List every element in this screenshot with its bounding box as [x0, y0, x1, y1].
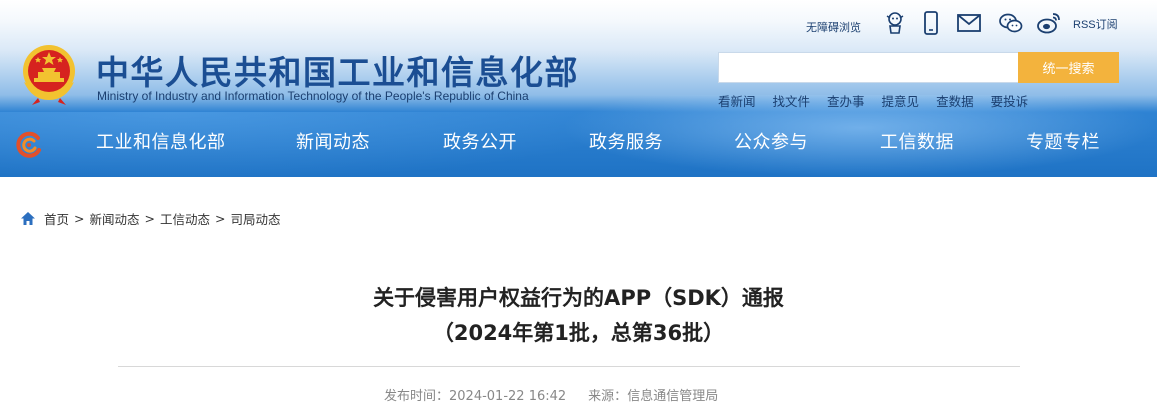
quick-links: 看新闻 找文件 查办事 提意见 查数据 要投诉 [718, 91, 1045, 110]
mail-icon[interactable] [956, 10, 982, 36]
main-nav: 工业和信息化部 新闻动态 政务公开 政务服务 公众参与 工信数据 专题专栏 [0, 128, 1157, 162]
nav-item-news[interactable]: 新闻动态 [296, 128, 370, 154]
breadcrumb-separator: > [144, 211, 155, 226]
source-label: 来源： [588, 389, 628, 404]
site-title[interactable]: 中华人民共和国工业和信息化部 [96, 46, 579, 94]
breadcrumb-dept-news[interactable]: 司局动态 [231, 209, 281, 228]
quick-link-data[interactable]: 查数据 [936, 91, 974, 110]
article-subtitle: （2024年第1批，总第36批） [432, 321, 725, 345]
breadcrumb-separator: > [74, 211, 85, 226]
source-value: 信息通信管理局 [627, 389, 719, 404]
breadcrumb: 首页 > 新闻动态 > 工信动态 > 司局动态 [20, 209, 281, 228]
site-subtitle: Ministry of Industry and Information Tec… [97, 89, 529, 103]
nav-item-data[interactable]: 工信数据 [880, 128, 954, 154]
search-input[interactable] [718, 52, 1018, 83]
weibo-icon[interactable] [1036, 10, 1062, 36]
wechat-icon[interactable] [998, 10, 1024, 36]
robot-icon[interactable] [882, 10, 908, 36]
breadcrumb-home[interactable]: 首页 [44, 209, 69, 228]
rss-link[interactable]: RSS订阅 [1073, 16, 1118, 32]
publish-label: 发布时间： [384, 389, 450, 404]
search-button[interactable]: 统一搜索 [1018, 52, 1119, 83]
quick-link-news[interactable]: 看新闻 [718, 91, 756, 110]
mobile-icon[interactable] [918, 10, 944, 36]
nav-item-gov-services[interactable]: 政务服务 [589, 128, 663, 154]
breadcrumb-separator: > [215, 211, 226, 226]
divider [118, 366, 1020, 367]
quick-link-feedback[interactable]: 提意见 [882, 91, 920, 110]
breadcrumb-miit-news[interactable]: 工信动态 [160, 209, 210, 228]
publish-time: 2024-01-22 16:42 [449, 389, 567, 404]
nav-item-public-participation[interactable]: 公众参与 [734, 128, 808, 154]
breadcrumb-news[interactable]: 新闻动态 [90, 209, 140, 228]
article-meta: 发布时间：2024-01-22 16:42 来源：信息通信管理局 [384, 385, 718, 404]
national-emblem-icon[interactable] [18, 42, 80, 106]
nav-item-topics[interactable]: 专题专栏 [1026, 128, 1100, 154]
article-title: 关于侵害用户权益行为的APP（SDK）通报 [373, 286, 784, 310]
quick-link-complaint[interactable]: 要投诉 [991, 91, 1029, 110]
quick-link-services[interactable]: 查办事 [827, 91, 865, 110]
nav-item-miit[interactable]: 工业和信息化部 [96, 128, 226, 154]
quick-link-files[interactable]: 找文件 [773, 91, 811, 110]
accessibility-link[interactable]: 无障碍浏览 [806, 14, 861, 40]
nav-item-gov-affairs[interactable]: 政务公开 [443, 128, 517, 154]
home-icon[interactable] [20, 211, 36, 226]
